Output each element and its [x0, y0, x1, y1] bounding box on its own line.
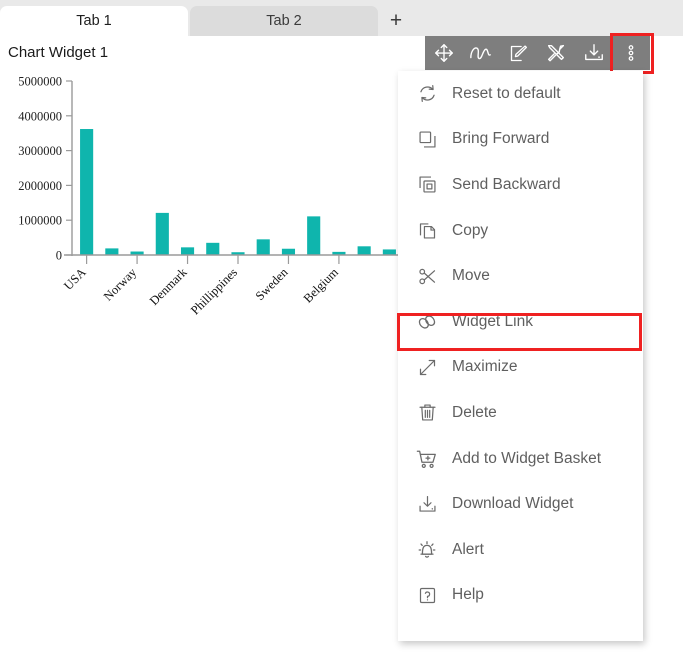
menu-item-label: Download Widget [452, 495, 574, 513]
download-icon [410, 494, 444, 515]
menu-item-label: Add to Widget Basket [452, 449, 602, 467]
more-options-icon[interactable] [613, 36, 651, 70]
menu-item-reset-to-default[interactable]: Reset to default [398, 71, 643, 117]
menu-item-label: Reset to default [452, 84, 561, 102]
bar [155, 212, 169, 255]
menu-item-label: Alert [452, 540, 484, 558]
maximize-icon [410, 357, 444, 378]
cart-add-icon [410, 448, 444, 470]
y-axis-tick-label: 1000000 [18, 214, 62, 228]
x-axis-tick-label: Sweden [253, 265, 291, 303]
bar [180, 247, 195, 255]
widget-title: Chart Widget 1 [8, 44, 109, 61]
y-axis-tick-label: 5000000 [18, 75, 62, 89]
bell-alert-icon [410, 539, 444, 561]
edit-icon[interactable] [500, 36, 538, 70]
y-axis-tick-label: 3000000 [18, 144, 62, 158]
download-icon[interactable] [575, 36, 613, 70]
copy-icon [410, 220, 444, 241]
menu-item-alert[interactable]: Alert [398, 527, 643, 573]
menu-item-label: Widget Link [452, 312, 533, 330]
widget-context-menu: Reset to default Bring Forward Send Back… [398, 71, 643, 641]
bar [206, 242, 220, 255]
menu-item-download-widget[interactable]: Download Widget [398, 481, 643, 527]
bar [307, 216, 321, 255]
bar [382, 249, 396, 255]
scissors-icon [410, 266, 444, 287]
x-axis-tick-label: Denmark [147, 265, 190, 308]
bring-forward-icon [410, 129, 444, 150]
menu-item-label: Bring Forward [452, 130, 550, 148]
scribble-icon[interactable] [463, 36, 501, 70]
send-backward-icon [410, 174, 444, 195]
tab-tab-1[interactable]: Tab 1 [0, 6, 188, 36]
menu-item-add-to-widget-basket[interactable]: Add to Widget Basket [398, 436, 643, 482]
x-axis-tick-label: Norway [101, 265, 140, 304]
menu-item-label: Maximize [452, 358, 518, 376]
bar [256, 239, 270, 255]
menu-item-delete[interactable]: Delete [398, 390, 643, 436]
tab-tab-2[interactable]: Tab 2 [190, 6, 378, 36]
menu-item-copy[interactable]: Copy [398, 208, 643, 254]
x-axis-tick-label: Phillippines [188, 265, 240, 317]
menu-item-help[interactable]: Help [398, 573, 643, 619]
x-axis-tick-label: Belgium [301, 265, 342, 306]
tab-label: Tab 2 [266, 13, 302, 29]
x-axis-tick-label: USA [61, 265, 89, 293]
menu-item-bring-forward[interactable]: Bring Forward [398, 117, 643, 163]
menu-item-label: Send Backward [452, 175, 561, 193]
plus-icon: + [389, 9, 403, 32]
widget-toolbar [425, 36, 650, 70]
tab-bar: Tab 1 Tab 2 + [0, 0, 683, 36]
menu-item-label: Move [452, 267, 490, 285]
trash-icon [410, 402, 444, 423]
bar [281, 248, 296, 255]
help-icon [410, 585, 444, 606]
y-axis-tick-label: 0 [56, 249, 62, 263]
menu-item-send-backward[interactable]: Send Backward [398, 162, 643, 208]
menu-item-widget-link[interactable]: Widget Link [398, 299, 643, 345]
menu-item-label: Help [452, 586, 484, 604]
bar [357, 246, 371, 255]
y-axis-tick-label: 4000000 [18, 109, 62, 123]
bar [80, 129, 94, 255]
link-icon [410, 311, 444, 333]
menu-item-label: Copy [452, 221, 489, 239]
tab-label: Tab 1 [76, 13, 112, 29]
reset-icon [410, 83, 444, 104]
menu-item-label: Delete [452, 403, 497, 421]
move-icon[interactable] [425, 36, 463, 70]
bar [105, 248, 119, 255]
y-axis-tick-label: 2000000 [18, 179, 62, 193]
menu-item-maximize[interactable]: Maximize [398, 345, 643, 391]
add-tab-button[interactable]: + [378, 6, 414, 36]
bar-chart: 0 1000000 2000000 3000000 4000000 5000000 USA… [0, 66, 420, 346]
menu-item-move[interactable]: Move [398, 253, 643, 299]
tools-icon[interactable] [538, 36, 576, 70]
